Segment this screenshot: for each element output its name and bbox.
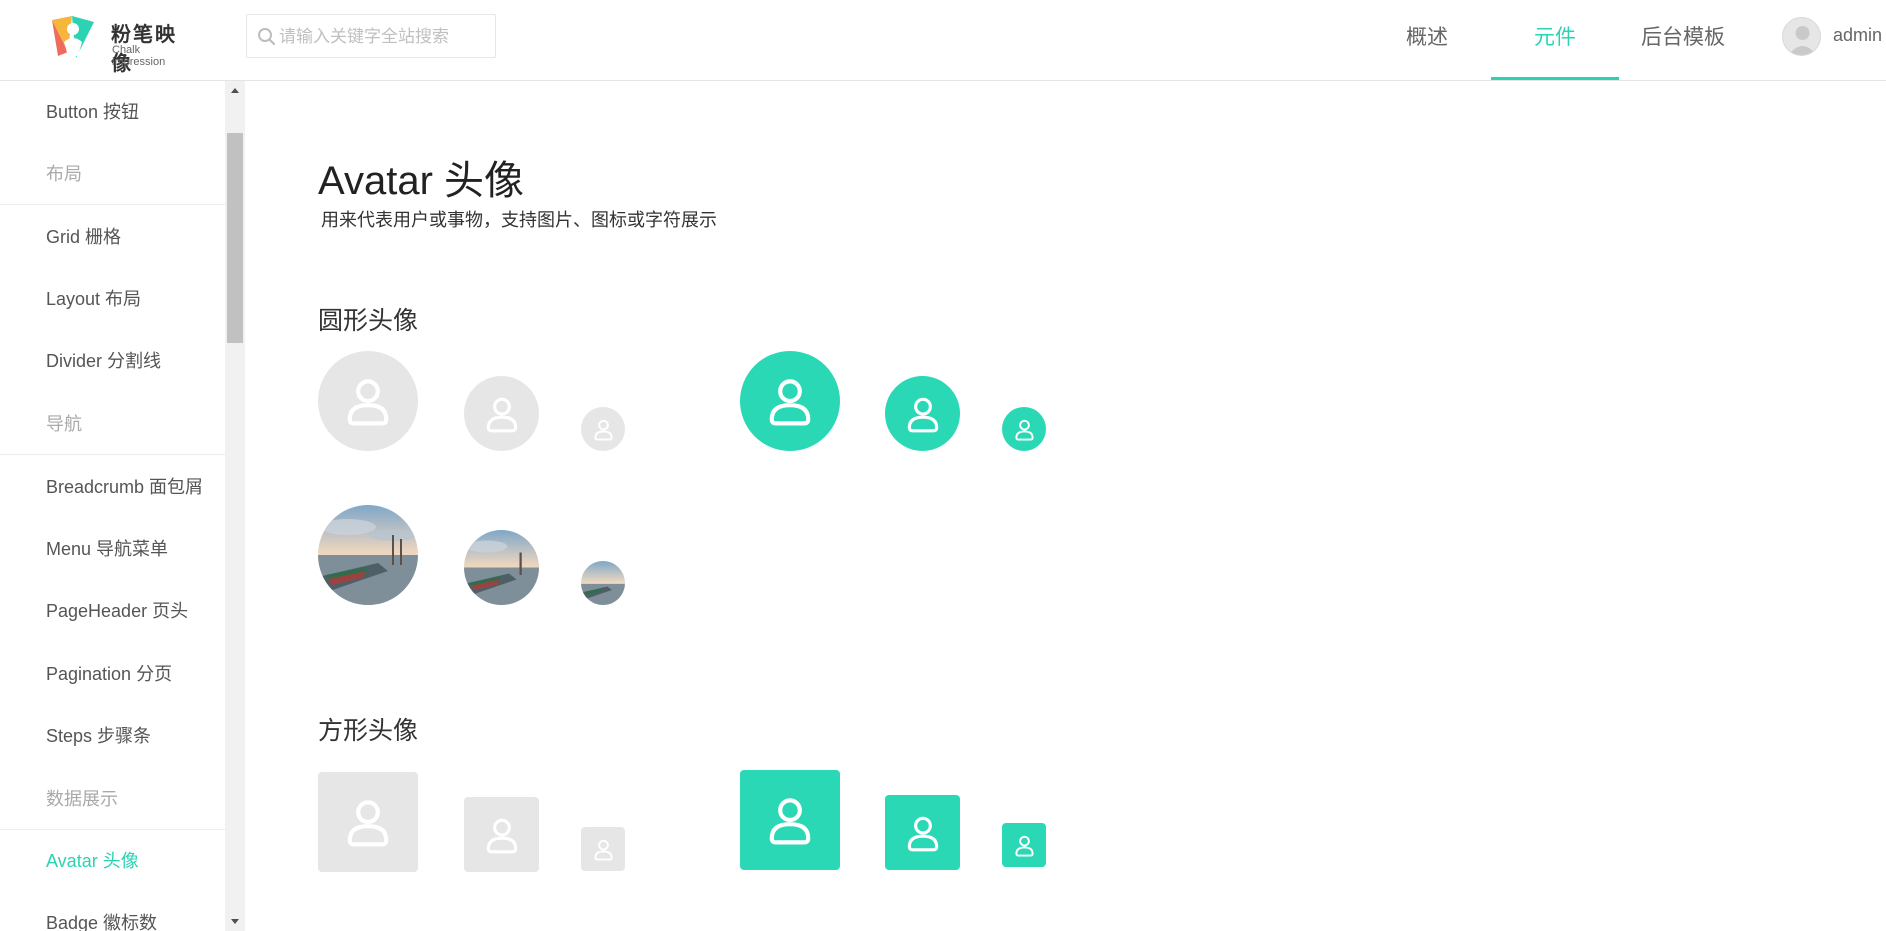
user-icon [486,818,517,853]
avatar-circle-large-gray [318,351,418,451]
sidebar-group-navigation: 导航 [0,393,225,455]
main-content: Avatar 头像 用来代表用户或事物，支持图片、图标或字符展示 圆形头像 方形… [245,81,1886,931]
avatar-circle-large-photo [318,505,418,605]
top-header: 粉笔映像 Chalk impression 概述 元件 后台模板 admin [0,0,1886,81]
user-name: admin [1833,25,1883,45]
nav-item-admin-templates[interactable]: 后台模板 [1633,0,1733,80]
logo[interactable]: 粉笔映像 Chalk impression [46,12,196,75]
user-icon [593,839,613,860]
avatar-square-small-teal [1002,823,1046,867]
avatar-square-default-teal [885,795,960,870]
user-icon [593,419,613,440]
lake-boat-photo [581,561,625,605]
sidebar-item-grid[interactable]: Grid 栅格 [0,206,225,268]
nav-item-overview[interactable]: 概述 [1383,0,1471,80]
sidebar-group-data-display: 数据展示 [0,768,225,830]
sidebar-item-menu[interactable]: Menu 导航菜单 [0,518,225,580]
sidebar-group-layout: 布局 [0,143,225,205]
search-input[interactable] [277,21,491,53]
search-box[interactable] [246,14,496,58]
avatar-square-large-gray [318,772,418,872]
sidebar-item-layout[interactable]: Layout 布局 [0,268,225,330]
nav-item-components[interactable]: 元件 [1491,0,1619,80]
sidebar-item-pageheader[interactable]: PageHeader 页头 [0,580,225,642]
avatar-circle-default-gray [464,376,539,451]
user-icon [1014,835,1034,856]
search-icon [258,28,276,46]
avatar-square-default-gray [464,797,539,872]
page-description: 用来代表用户或事物，支持图片、图标或字符展示 [321,210,717,230]
avatar-circle-small-photo [581,561,625,605]
user-icon [907,397,938,432]
user-icon [486,397,517,432]
user-avatar[interactable] [1782,17,1821,56]
logo-icon [52,16,94,58]
avatar-circle-default-photo [464,530,539,605]
user-icon [1788,26,1817,55]
user-icon [1014,419,1034,440]
user-icon [907,816,938,851]
page-title: Avatar 头像 [318,159,524,203]
logo-subtitle: Chalk impression [112,44,166,68]
avatar-circle-small-gray [581,407,625,451]
sidebar-item-breadcrumb[interactable]: Breadcrumb 面包屑 [0,456,225,518]
user-icon [769,379,811,426]
section-heading-square: 方形头像 [318,717,419,745]
lake-boat-photo [318,505,418,605]
user-icon [769,798,811,845]
avatar-circle-default-teal [885,376,960,451]
sidebar-item-steps[interactable]: Steps 步骤条 [0,705,225,767]
sidebar-nav: Button 按钮 布局 Grid 栅格 Layout 布局 Divider 分… [0,81,225,931]
scrollbar-thumb[interactable] [227,133,243,343]
user-icon [347,379,389,426]
sidebar-item-avatar[interactable]: Avatar 头像 [0,830,225,892]
sidebar-scrollbar[interactable] [225,81,245,931]
avatar-circle-small-teal [1002,407,1046,451]
sidebar-item-button[interactable]: Button 按钮 [0,81,225,143]
avatar-square-small-gray [581,827,625,871]
scroll-up-arrow-icon[interactable] [225,81,245,101]
avatar-square-large-teal [740,770,840,870]
user-icon [347,800,389,847]
lake-boat-photo [464,530,539,605]
section-heading-circle: 圆形头像 [318,307,419,335]
sidebar-item-badge[interactable]: Badge 徽标数 [0,892,225,931]
sidebar-item-pagination[interactable]: Pagination 分页 [0,643,225,705]
sidebar-item-divider[interactable]: Divider 分割线 [0,330,225,392]
avatar-circle-large-teal [740,351,840,451]
scroll-down-arrow-icon[interactable] [225,911,245,931]
